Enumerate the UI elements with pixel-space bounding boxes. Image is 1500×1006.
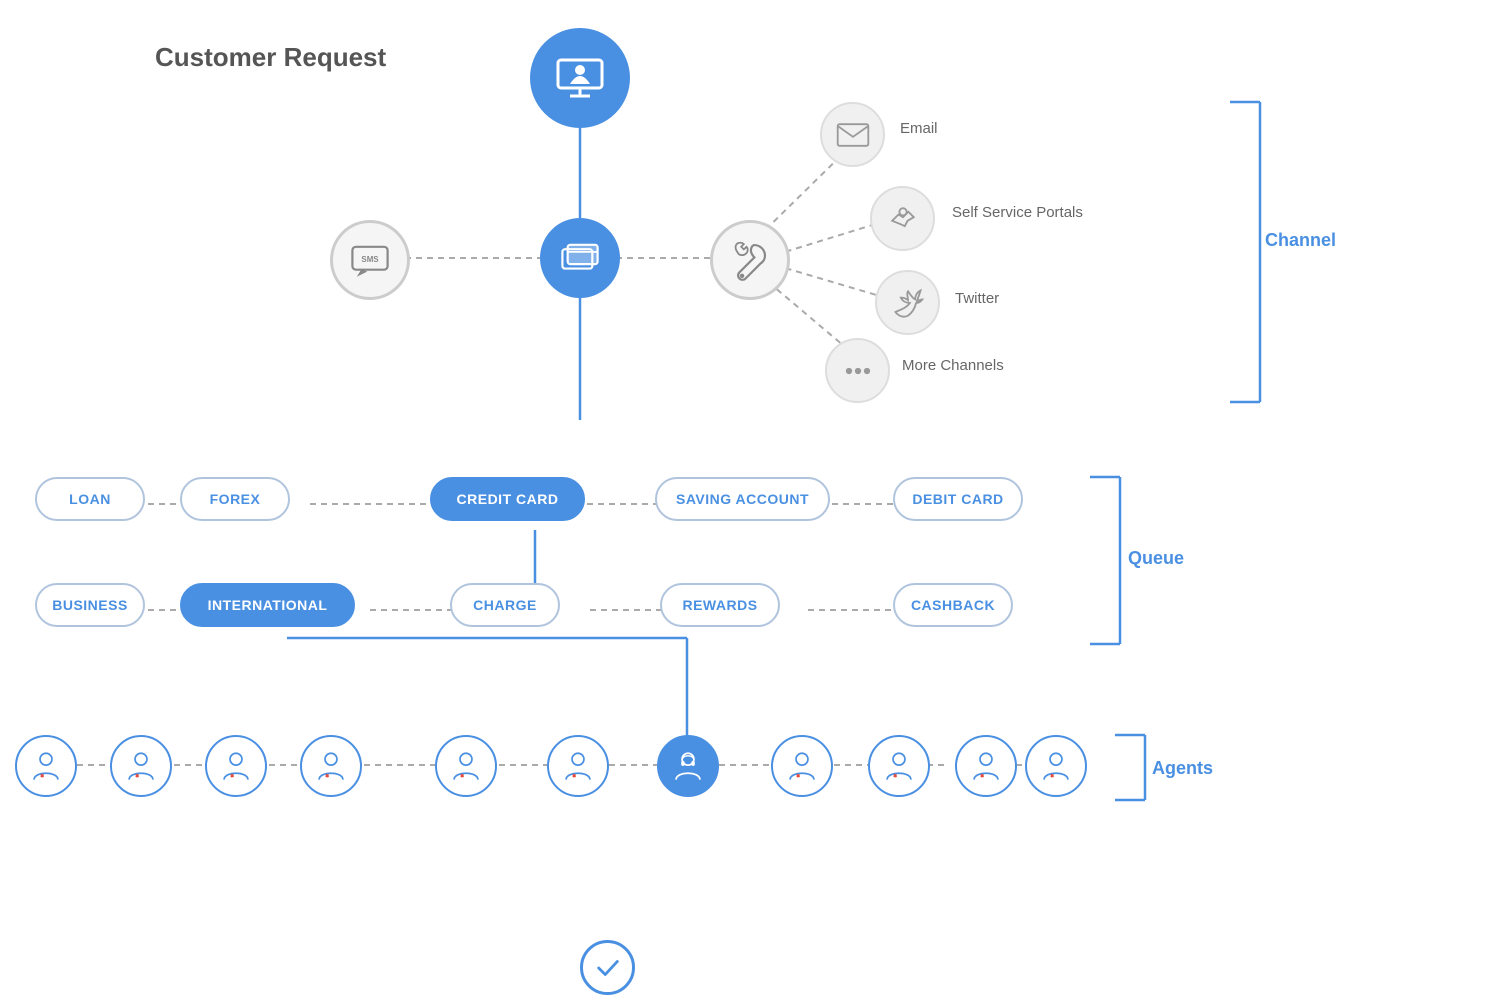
agent-9-node[interactable] [868, 735, 930, 797]
business-pill[interactable]: BUSINESS [35, 583, 145, 627]
agent-icon [124, 749, 158, 783]
more-icon [840, 353, 876, 389]
self-service-icon [885, 201, 921, 237]
agent-icon [314, 749, 348, 783]
diagram-container: Customer Request SMS [0, 0, 1500, 1006]
credit-card-pill[interactable]: CREDIT CARD [430, 477, 585, 521]
agent-icon [219, 749, 253, 783]
agent-selected-icon [671, 749, 705, 783]
cashback-pill[interactable]: CASHBACK [893, 583, 1013, 627]
twitter-label: Twitter [955, 290, 999, 307]
sms-node[interactable]: SMS [330, 220, 410, 300]
twitter-channel-node[interactable] [875, 270, 940, 335]
agent-icon [882, 749, 916, 783]
tools-icon [728, 238, 772, 282]
loan-pill[interactable]: LOAN [35, 477, 145, 521]
agent-icon [29, 749, 63, 783]
agent-10-node[interactable] [955, 735, 1017, 797]
customer-request-node[interactable] [530, 28, 630, 128]
agent-icon [1039, 749, 1073, 783]
agents-bracket-label: Agents [1152, 758, 1213, 779]
saving-account-pill[interactable]: SAVING ACCOUNT [655, 477, 830, 521]
self-service-channel-node[interactable] [870, 186, 935, 251]
queue-bracket-label: Queue [1128, 548, 1184, 569]
email-icon [835, 117, 871, 153]
sms-icon: SMS [348, 238, 392, 282]
email-channel-node[interactable] [820, 102, 885, 167]
card-routing-icon [558, 236, 602, 280]
more-channels-label: More Channels [902, 357, 1004, 374]
forex-pill[interactable]: FOREX [180, 477, 290, 521]
customer-request-label: Customer Request [155, 42, 386, 73]
agent-icon [969, 749, 1003, 783]
agent-icon [561, 749, 595, 783]
debit-card-pill[interactable]: DEBIT CARD [893, 477, 1023, 521]
email-label: Email [900, 120, 938, 137]
agent-6-node[interactable] [547, 735, 609, 797]
agent-1-node[interactable] [15, 735, 77, 797]
routing-node[interactable] [540, 218, 620, 298]
international-pill[interactable]: INTERNATIONAL [180, 583, 355, 627]
charge-pill[interactable]: CHARGE [450, 583, 560, 627]
checkmark-icon [594, 954, 622, 982]
channel-hub-node[interactable] [710, 220, 790, 300]
customer-icon [550, 48, 610, 108]
agent-4-node[interactable] [300, 735, 362, 797]
self-service-label: Self Service Portals [952, 204, 1083, 221]
agent-8-node[interactable] [771, 735, 833, 797]
channel-bracket-label: Channel [1265, 230, 1336, 251]
agent-11-node[interactable] [1025, 735, 1087, 797]
rewards-pill[interactable]: REWARDS [660, 583, 780, 627]
agent-2-node[interactable] [110, 735, 172, 797]
agent-3-node[interactable] [205, 735, 267, 797]
more-channels-node[interactable] [825, 338, 890, 403]
svg-text:SMS: SMS [361, 255, 378, 264]
agent-5-node[interactable] [435, 735, 497, 797]
agent-icon [449, 749, 483, 783]
twitter-icon [890, 285, 926, 321]
agent-7-node[interactable] [657, 735, 719, 797]
agent-icon [785, 749, 819, 783]
completed-node[interactable] [580, 940, 635, 995]
